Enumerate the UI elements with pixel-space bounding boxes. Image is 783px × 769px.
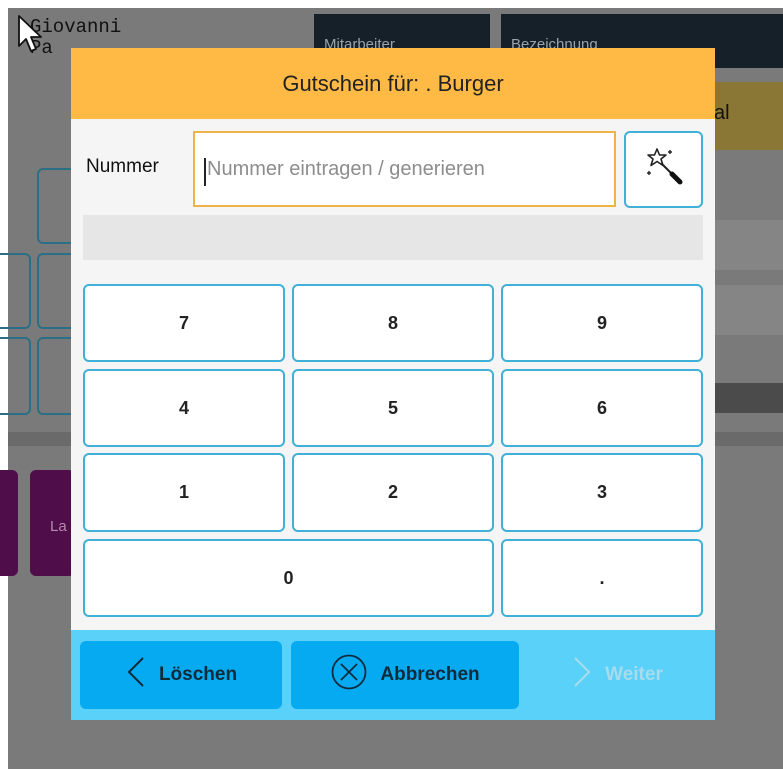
dialog-footer: Löschen Abbrechen Weiter xyxy=(71,630,715,720)
dialog-title: Gutschein für: . Burger xyxy=(282,70,504,96)
dialog-title-bar: Gutschein für: . Burger xyxy=(71,48,715,119)
mouse-pointer-icon xyxy=(16,14,44,59)
background-purple-button[interactable]: La xyxy=(30,470,75,576)
chevron-left-icon xyxy=(125,656,147,694)
key-2[interactable]: 2 xyxy=(292,453,494,532)
key-1[interactable]: 1 xyxy=(83,453,285,532)
magic-wand-icon xyxy=(642,145,686,194)
cancel-button[interactable]: Abbrechen xyxy=(291,641,519,709)
background-dark-bar xyxy=(715,383,783,413)
background-purple-button-label: La xyxy=(50,518,67,535)
key-4[interactable]: 4 xyxy=(83,369,285,447)
delete-button-label: Löschen xyxy=(158,664,238,685)
chevron-right-icon xyxy=(571,656,593,694)
next-button[interactable]: Weiter xyxy=(529,641,705,709)
key-9[interactable]: 9 xyxy=(501,284,703,362)
background-divider xyxy=(8,432,71,446)
user-name-line1: Giovanni xyxy=(30,16,122,38)
background-gold-button-label: al xyxy=(714,102,730,124)
number-input[interactable] xyxy=(193,131,616,207)
number-label: Nummer xyxy=(86,156,159,177)
background-row xyxy=(715,285,783,335)
key-0[interactable]: 0 xyxy=(83,539,494,617)
message-bar xyxy=(83,215,703,260)
key-8[interactable]: 8 xyxy=(292,284,494,362)
background-tile[interactable] xyxy=(0,337,31,415)
delete-button[interactable]: Löschen xyxy=(80,641,282,709)
generate-number-button[interactable] xyxy=(624,131,703,208)
text-caret xyxy=(204,158,206,186)
cancel-circle-icon xyxy=(330,653,368,697)
key-5[interactable]: 5 xyxy=(292,369,494,447)
background-divider xyxy=(715,432,783,446)
next-button-label: Weiter xyxy=(605,664,663,685)
key-7[interactable]: 7 xyxy=(83,284,285,362)
background-top-edge xyxy=(0,0,783,8)
key-3[interactable]: 3 xyxy=(501,453,703,532)
cancel-button-label: Abbrechen xyxy=(380,664,480,685)
key-6[interactable]: 6 xyxy=(501,369,703,447)
background-tile[interactable] xyxy=(0,253,31,329)
voucher-dialog: Gutschein für: . Burger Nummer 7 8 9 4 5… xyxy=(71,48,715,720)
key-decimal[interactable]: . xyxy=(501,539,703,617)
background-purple-button[interactable] xyxy=(0,470,18,576)
background-row xyxy=(715,220,783,270)
